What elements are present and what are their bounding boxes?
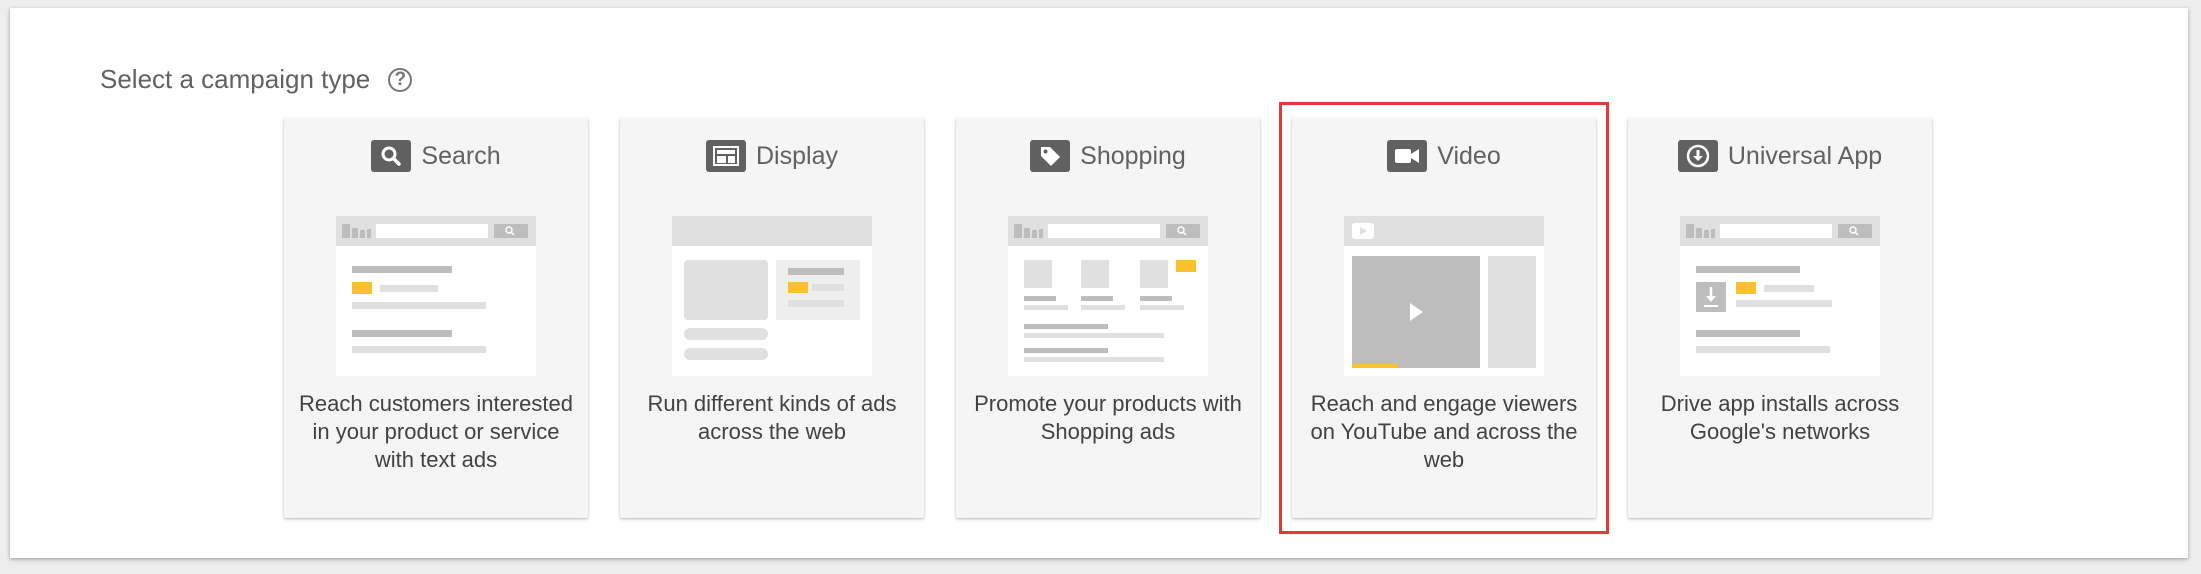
- campaign-card-shopping[interactable]: Shopping Promote your products with Shop…: [956, 118, 1260, 518]
- search-ad-illustration: [336, 216, 536, 376]
- card-title-video: Video: [1437, 141, 1501, 170]
- help-circle-icon[interactable]: ?: [388, 67, 413, 92]
- video-ad-illustration: [1344, 216, 1544, 376]
- card-description-display: Run different kinds of ads across the we…: [647, 391, 897, 444]
- card-title-search: Search: [421, 141, 501, 170]
- search-icon: [371, 140, 412, 172]
- card-description-universal-app: Drive app installs across Google's netwo…: [1660, 391, 1900, 444]
- display-icon: [706, 140, 746, 172]
- download-icon: [1677, 140, 1718, 172]
- card-title-universal-app: Universal App: [1727, 141, 1883, 170]
- campaign-type-heading: Select a campaign type ?: [100, 64, 413, 95]
- campaign-card-universal-app[interactable]: Universal App Drive app installs across …: [1628, 118, 1932, 518]
- card-description-search: Reach customers interested in your produ…: [299, 391, 573, 472]
- tag-icon: [1030, 140, 1071, 172]
- campaign-card-video[interactable]: Video Reach and engage viewers on YouTub…: [1279, 102, 1609, 534]
- video-camera-icon: [1387, 140, 1428, 172]
- campaign-card-display[interactable]: Display Run different kinds of ads acros…: [620, 118, 924, 518]
- display-ad-illustration: [672, 216, 872, 376]
- card-description-video: Reach and engage viewers on YouTube and …: [1310, 391, 1578, 472]
- campaign-type-cards: Search Reach customers interested in you…: [284, 102, 1932, 534]
- shopping-ad-illustration: [1008, 216, 1208, 376]
- campaign-card-search[interactable]: Search Reach customers interested in you…: [284, 118, 588, 518]
- card-description-shopping: Promote your products with Shopping ads: [974, 391, 1242, 444]
- card-title-display: Display: [756, 141, 838, 170]
- campaign-type-panel: Select a campaign type ? Search Reach cu…: [10, 8, 2188, 558]
- page-title: Select a campaign type: [100, 64, 371, 94]
- card-title-shopping: Shopping: [1080, 141, 1186, 170]
- app-ad-illustration: [1680, 216, 1880, 376]
